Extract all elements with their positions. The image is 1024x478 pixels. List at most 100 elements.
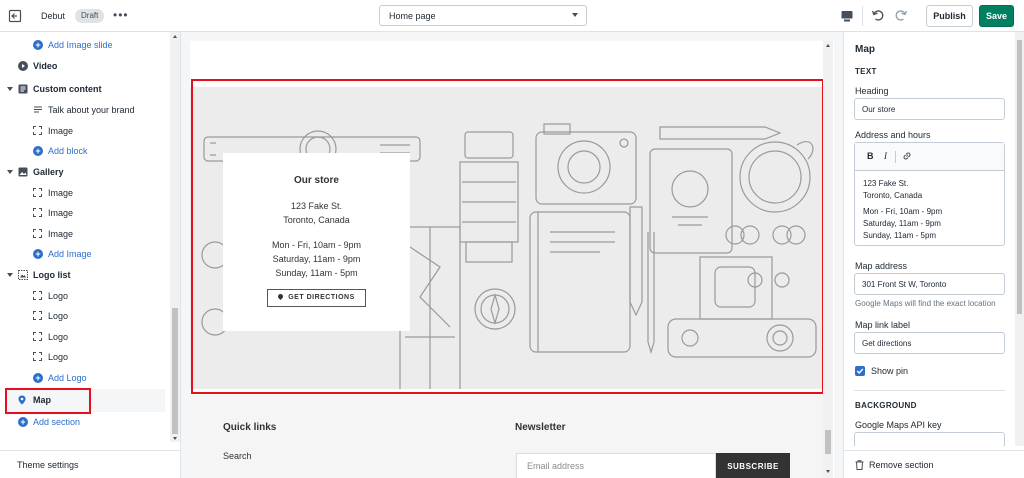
publish-button[interactable]: Publish	[926, 5, 973, 27]
image-placeholder-icon	[33, 229, 42, 238]
sidebar-block-image[interactable]: Image	[0, 183, 170, 203]
editor-text-line: Toronto, Canada	[863, 191, 923, 200]
newsletter-email-input[interactable]	[516, 453, 716, 478]
sidebar-item-logo-list[interactable]: Logo list	[0, 265, 170, 285]
remove-section-label: Remove section	[869, 460, 934, 470]
sidebar-block-logo[interactable]: Logo	[0, 286, 170, 306]
editor-text-line: Saturday, 11am - 9pm	[863, 219, 941, 228]
image-placeholder-icon	[33, 332, 42, 341]
toolbar-divider	[862, 6, 863, 26]
scroll-up-icon[interactable]	[826, 44, 830, 47]
caret-down-icon[interactable]	[7, 87, 13, 91]
editor-toolbar: B I	[855, 143, 1004, 171]
sidebar-block-image[interactable]: Image	[0, 224, 170, 244]
section-settings-panel: Map TEXT Heading Address and hours B I 1…	[843, 32, 1024, 478]
map-address-label: Map address	[855, 261, 908, 271]
text-lines-icon	[34, 106, 42, 113]
preview-area: Our store 123 Fake St. Toronto, Canada M…	[181, 32, 843, 478]
sidebar-item-video[interactable]: Video	[0, 56, 170, 76]
settings-content: Map TEXT Heading Address and hours B I 1…	[844, 32, 1015, 446]
sidebar-block-image[interactable]: Image	[0, 121, 170, 141]
undo-icon[interactable]	[871, 8, 885, 22]
top-bar: Debut Draft ••• Home page Publish Save	[0, 0, 1024, 32]
show-pin-label[interactable]: Show pin	[871, 366, 908, 376]
add-block-button[interactable]: + Add block	[0, 141, 170, 161]
bold-button[interactable]: B	[867, 151, 874, 161]
sidebar-block-talk-about-brand[interactable]: Talk about your brand	[0, 100, 170, 120]
link-icon[interactable]	[902, 151, 912, 161]
add-image-slide-button[interactable]: + Add Image slide	[0, 35, 170, 55]
exit-editor-icon[interactable]	[8, 9, 22, 23]
scroll-up-icon[interactable]	[173, 35, 177, 38]
settings-title: Map	[855, 44, 875, 55]
map-address-help: Google Maps will find the exact location	[855, 299, 996, 308]
theme-name: Debut	[41, 11, 66, 21]
page-selector[interactable]: Home page	[379, 5, 587, 26]
scroll-down-icon[interactable]	[826, 470, 830, 473]
sidebar-scroll-thumb[interactable]	[172, 308, 178, 434]
page-selector-value: Home page	[389, 11, 436, 21]
redo-icon[interactable]	[894, 8, 908, 22]
sidebar-block-logo[interactable]: Logo	[0, 306, 170, 326]
editor-text-line: Sunday, 11am - 5pm	[863, 231, 937, 240]
image-placeholder-icon	[33, 352, 42, 361]
plus-circle-icon: +	[18, 417, 28, 427]
theme-settings-link[interactable]: Theme settings	[0, 450, 180, 478]
play-icon	[18, 61, 28, 71]
map-item-highlight	[5, 388, 91, 414]
trash-icon	[855, 460, 864, 470]
site-footer: Quick links Search Newsletter SUBSCRIBE	[190, 395, 823, 478]
add-section-button[interactable]: + Add section	[0, 412, 170, 432]
add-logo-button[interactable]: + Add Logo	[0, 368, 170, 388]
sidebar-item-gallery[interactable]: Gallery	[0, 162, 170, 182]
sidebar-scrollbar[interactable]	[170, 32, 180, 442]
save-button[interactable]: Save	[979, 5, 1014, 27]
subscribe-button[interactable]: SUBSCRIBE	[716, 453, 790, 478]
caret-down-icon[interactable]	[7, 170, 13, 174]
map-link-input[interactable]	[854, 332, 1005, 354]
map-link-label: Map link label	[855, 320, 911, 330]
remove-section-button[interactable]: Remove section	[844, 450, 1024, 478]
api-key-label: Google Maps API key	[855, 420, 942, 430]
more-actions-icon[interactable]: •••	[113, 9, 129, 21]
gallery-icon	[18, 167, 28, 177]
add-image-button[interactable]: + Add Image	[0, 244, 170, 264]
status-badge: Draft	[75, 9, 105, 23]
map-address-input[interactable]	[854, 273, 1005, 295]
text-group-heading: TEXT	[855, 67, 877, 76]
background-group-heading: BACKGROUND	[855, 401, 917, 410]
section-tree: + Add Image slide Video Custom content T…	[0, 32, 170, 442]
caret-down-icon[interactable]	[7, 273, 13, 277]
image-placeholder-icon	[33, 208, 42, 217]
heading-label: Heading	[855, 86, 889, 96]
quick-links-title: Quick links	[223, 422, 277, 433]
api-key-input[interactable]	[854, 432, 1005, 446]
text-block-icon	[18, 84, 28, 94]
desktop-preview-icon[interactable]	[840, 9, 854, 23]
italic-button[interactable]: I	[884, 151, 887, 161]
show-pin-checkbox[interactable]	[855, 366, 865, 376]
settings-scroll-thumb[interactable]	[1017, 40, 1022, 314]
preview-scrollbar[interactable]	[823, 41, 833, 478]
sidebar-block-logo[interactable]: Logo	[0, 347, 170, 367]
newsletter-title: Newsletter	[515, 422, 566, 433]
sidebar-block-logo[interactable]: Logo	[0, 327, 170, 347]
address-hours-label: Address and hours	[855, 130, 931, 140]
settings-scrollbar[interactable]	[1015, 32, 1024, 446]
toolbar-divider	[895, 151, 896, 163]
image-placeholder-icon	[33, 291, 42, 300]
heading-input[interactable]	[854, 98, 1005, 120]
sidebar-item-custom-content[interactable]: Custom content	[0, 79, 170, 99]
plus-circle-icon: +	[33, 249, 43, 259]
store-preview-frame: Our store 123 Fake St. Toronto, Canada M…	[190, 41, 834, 478]
selected-section-outline	[191, 79, 824, 394]
sidebar-block-image[interactable]: Image	[0, 203, 170, 223]
plus-circle-icon: +	[33, 373, 43, 383]
footer-search-link[interactable]: Search	[223, 451, 252, 461]
scroll-down-icon[interactable]	[173, 437, 177, 440]
preview-scroll-thumb[interactable]	[825, 430, 831, 454]
address-hours-editor[interactable]: B I 123 Fake St. Toronto, Canada Mon - F…	[854, 142, 1005, 246]
checkmark-icon	[856, 368, 864, 375]
image-placeholder-icon	[33, 188, 42, 197]
plus-circle-icon: +	[33, 40, 43, 50]
